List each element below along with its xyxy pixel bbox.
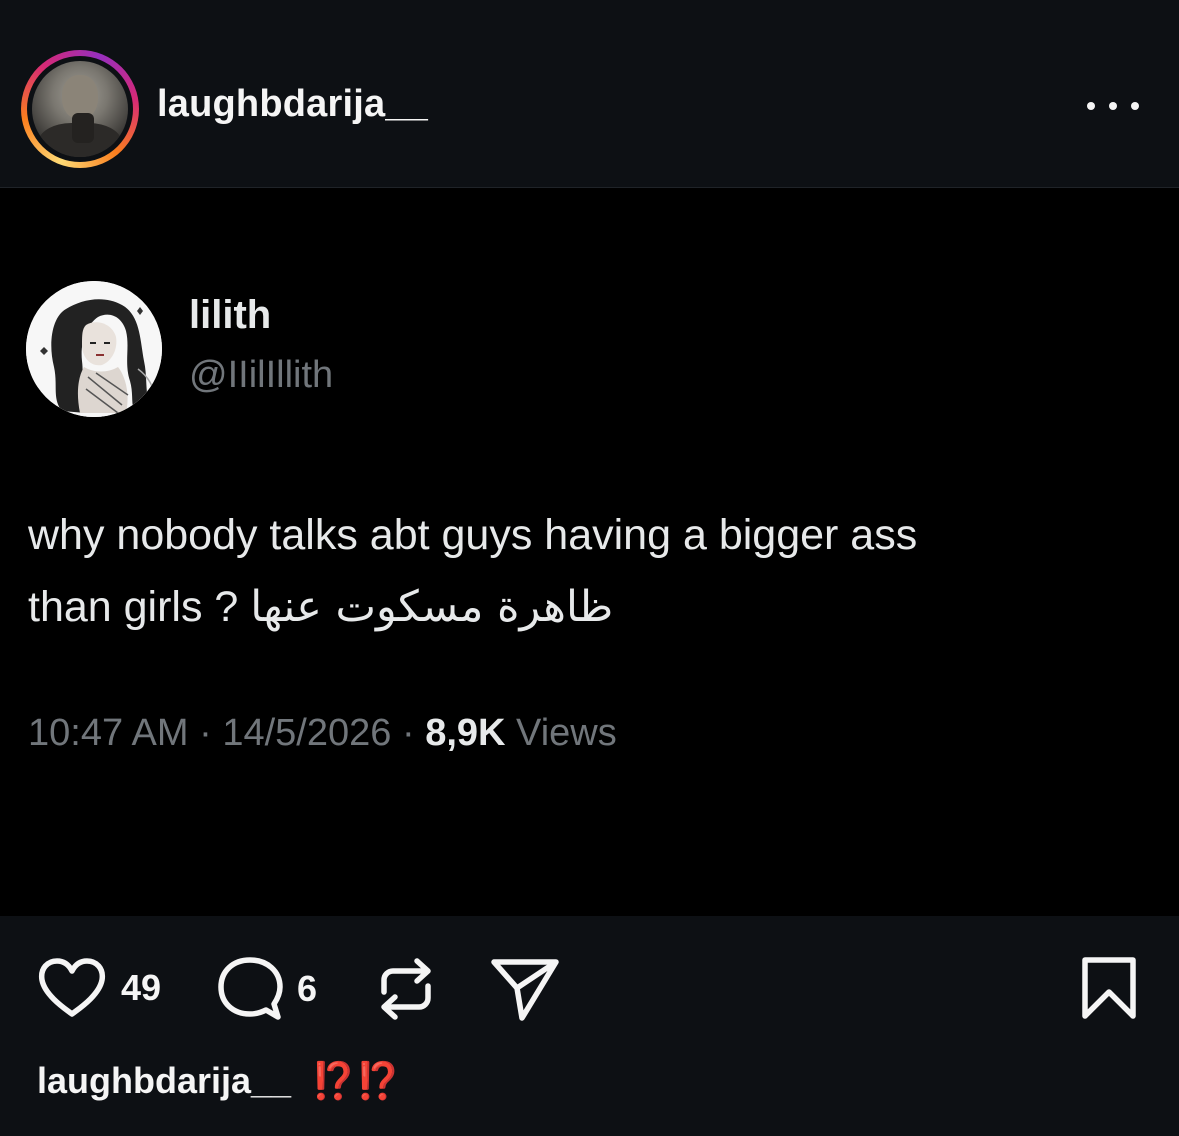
- tweet-text: why nobody talks abt guys having a bigge…: [28, 499, 1148, 643]
- caption-username[interactable]: laughbdarija__: [37, 1060, 291, 1101]
- repost-icon: [381, 958, 431, 1020]
- tweet-meta: 10:47 AM · 14/5/2026 · 8,9K Views: [28, 712, 617, 755]
- avatar: [32, 61, 128, 157]
- save-button[interactable]: [1080, 956, 1138, 1020]
- share-button[interactable]: [489, 956, 561, 1022]
- send-icon: [491, 959, 559, 1021]
- tweet-avatar: [26, 281, 162, 417]
- post-header: laughbdarija__: [0, 0, 1179, 188]
- heart-icon: [38, 958, 106, 1017]
- story-ring-avatar[interactable]: [21, 50, 139, 168]
- meta-separator: ·: [401, 712, 415, 754]
- repost-button[interactable]: [374, 956, 438, 1022]
- post-image[interactable]: lilith @IIilIllith why nobody talks abt …: [0, 188, 1179, 916]
- tweet-views-count: 8,9K: [425, 712, 506, 754]
- tweet-text-arabic: ظاهرة مسكوت عنها: [250, 582, 614, 632]
- comment-button[interactable]: 6: [217, 956, 317, 1022]
- comment-icon: [218, 957, 283, 1020]
- like-button[interactable]: 49: [37, 956, 161, 1020]
- instagram-post: laughbdarija__ lilith @IIilIllith why no…: [0, 0, 1179, 1136]
- tweet-time: 10:47 AM: [28, 712, 189, 754]
- comment-count: 6: [297, 968, 318, 1009]
- bookmark-icon: [1082, 957, 1136, 1019]
- tweet-display-name: lilith: [189, 293, 272, 337]
- meta-separator: ·: [199, 712, 212, 754]
- action-bar: 49 6: [0, 916, 1179, 1136]
- post-caption: laughbdarija__ ⁉️⁉️: [37, 1060, 401, 1102]
- caption-text: ⁉️⁉️: [311, 1061, 401, 1102]
- tweet-text-line-1: why nobody talks abt guys having a bigge…: [28, 511, 918, 559]
- post-author-username[interactable]: laughbdarija__: [157, 83, 428, 126]
- tweet-handle: @IIilIllith: [189, 354, 334, 396]
- more-horizontal-icon[interactable]: [1087, 98, 1139, 114]
- tweet-views-label: Views: [516, 712, 617, 754]
- tweet-text-latin: than girls ?: [28, 583, 239, 631]
- tweet-date: 14/5/2026: [222, 712, 392, 754]
- like-count: 49: [121, 967, 162, 1008]
- tweet-text-line-2: than girls ? ظاهرة مسكوت عنها: [28, 571, 1148, 643]
